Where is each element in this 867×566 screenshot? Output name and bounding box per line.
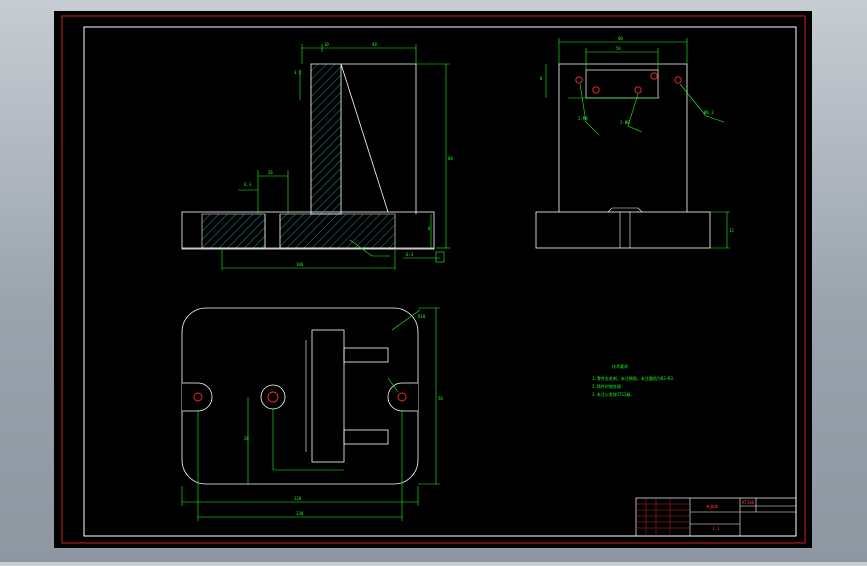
tech-req-item: 2.铸件时效处理. [592, 383, 623, 389]
hole-note: 2-M8 [578, 116, 588, 121]
hole-note: 2-Ø8 [620, 120, 630, 125]
cad-drawing-canvas[interactable]: 10 48 88 8 26 106 6.3 3.2 6.3 80 56 8 12… [0, 0, 867, 562]
tech-req-item: 3.未注公差按IT12级. [592, 391, 633, 397]
front-dim-text: 26 [268, 170, 273, 175]
plan-dim-text: 50 [438, 396, 443, 401]
roughness-text: 3.2 [294, 70, 302, 75]
tech-req-title: 技术要求 [612, 363, 628, 369]
plan-dim-text: 130 [296, 511, 304, 516]
side-dim-text: 12 [729, 228, 734, 233]
front-dim-text: 88 [448, 156, 453, 161]
hole-note: Ø6.3 [704, 110, 714, 115]
drawing-viewport [54, 11, 812, 548]
column-section [310, 63, 342, 215]
part-name: 夹具体 [706, 503, 718, 509]
front-dim-text: 48 [372, 42, 377, 47]
front-dim-text: 106 [296, 262, 304, 267]
hatch-area-left [201, 213, 266, 249]
left-slot [182, 382, 213, 412]
side-dim-text: 56 [616, 46, 621, 51]
roughness-text: 6.3 [406, 252, 414, 257]
cad-window: 10 48 88 8 26 106 6.3 3.2 6.3 80 56 8 12… [0, 0, 867, 562]
plan-dim-text: 120 [294, 496, 302, 501]
side-dim-text: 80 [618, 36, 623, 41]
plan-dim-text: 28 [244, 436, 249, 441]
tech-req-item: 1.零件去毛刺，未注倒角，未注圆角为R2~R3. [592, 375, 675, 381]
material-text: HT200 [742, 500, 755, 505]
plan-dim-text: R10 [418, 314, 426, 319]
hatch-area-right [279, 213, 396, 249]
roughness-text: 6.3 [244, 182, 252, 187]
front-dim-text: 10 [324, 42, 329, 47]
scale-text: 1:1 [712, 526, 720, 531]
right-slot [387, 382, 418, 412]
